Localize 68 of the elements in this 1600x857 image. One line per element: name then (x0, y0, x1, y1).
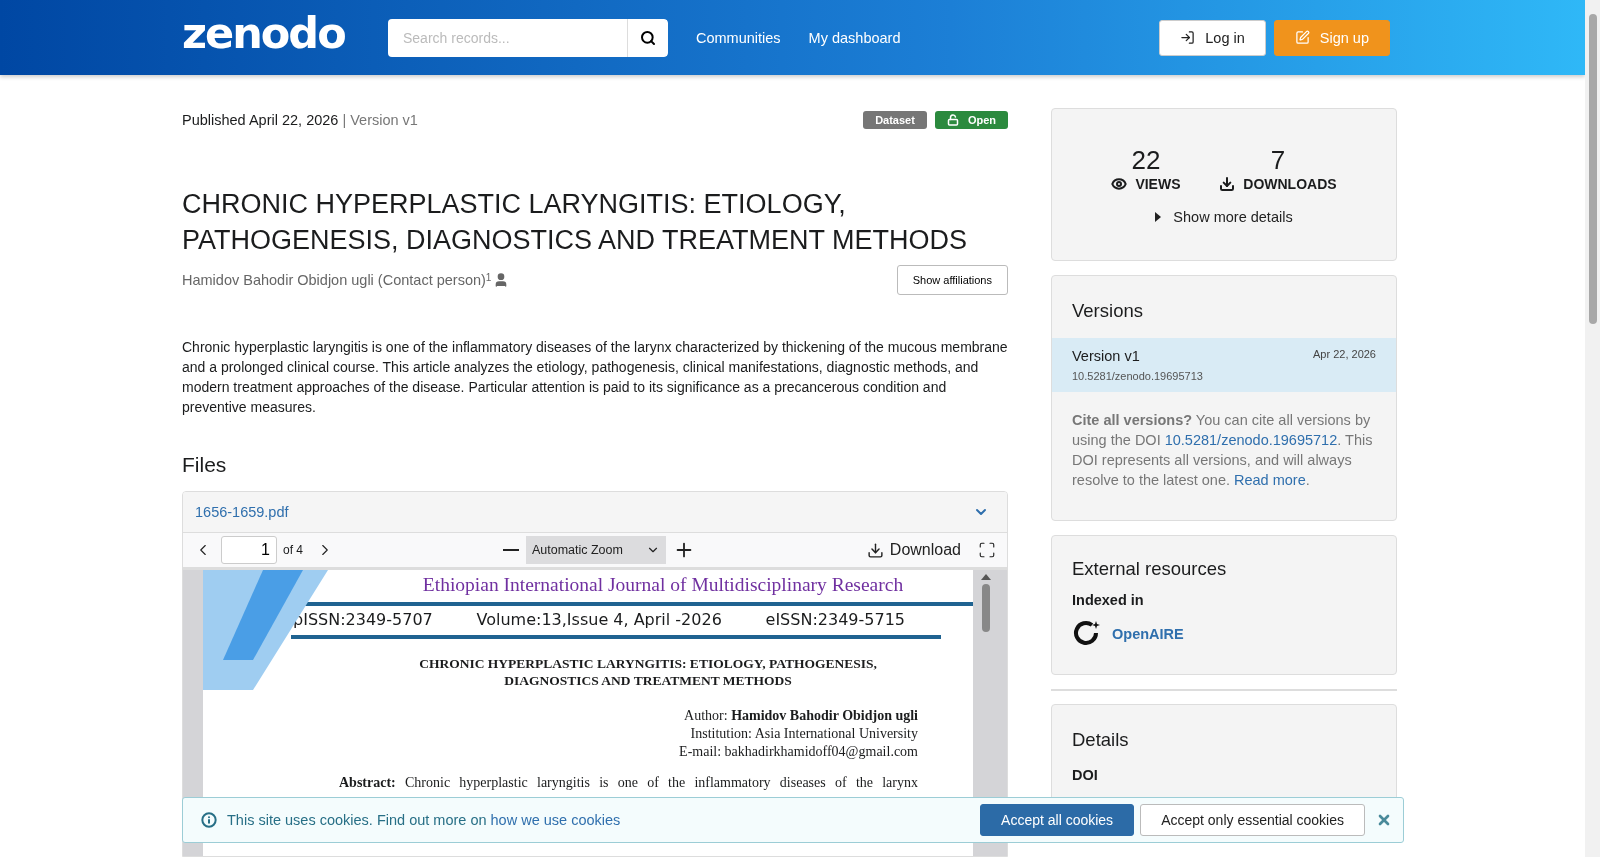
electronic-issn: eISSN:2349-5715 (765, 610, 905, 629)
details-heading: Details (1072, 729, 1130, 751)
versions-heading: Versions (1072, 300, 1144, 322)
author-name[interactable]: Hamidov Bahodir Obidjon ugli (Contact person) (182, 272, 486, 288)
files-heading: Files (182, 453, 228, 477)
version-date: Apr 22, 2026 (1313, 348, 1376, 362)
paper-meta-line: E-mail: bakhadirkhamidoff04@gmail.com (678, 743, 918, 761)
zoom-select[interactable]: Automatic Zoom (525, 536, 666, 564)
accept-essential-cookies-button[interactable]: Accept only essential cookies (1140, 804, 1365, 836)
search-icon (640, 29, 656, 46)
search-button[interactable] (627, 18, 668, 57)
show-more-details-button[interactable]: Show more details (1149, 208, 1299, 226)
edit-icon (1294, 30, 1310, 45)
paper-title-line: DIAGNOSTICS AND TREATMENT METHODS (503, 672, 793, 689)
show-affiliations-button[interactable]: Show affiliations (896, 265, 1008, 295)
stat-value: 22 (1131, 145, 1161, 176)
journal-name: Ethiopian International Journal of Multidisciplinary Research (421, 574, 905, 596)
eye-icon (1111, 176, 1128, 192)
version-label: Version v1 (1072, 348, 1141, 364)
version-item[interactable]: Version v1 Apr 22, 2026 10.5281/zenodo.19695713 (1052, 338, 1396, 392)
logo[interactable]: zenodo (182, 12, 385, 55)
nav-link[interactable]: My dashboard (808, 29, 901, 46)
accept-all-cookies-button[interactable]: Accept all cookies (980, 804, 1135, 836)
details-field-label: DOI (1072, 767, 1099, 783)
download-icon (1219, 176, 1236, 192)
cookie-policy-link[interactable]: how we use cookies (490, 812, 621, 828)
page-scrollbar-thumb[interactable] (1588, 14, 1597, 324)
close-icon (1376, 812, 1392, 828)
abstract-line: Abstract: Chronic hyperplastic laryngitis is one of the inflammatory diseases of the larynx (339, 775, 918, 791)
scrollbar-thumb[interactable] (982, 584, 990, 632)
volume-issue: Volume:13,Issue 4, April -2026 (476, 610, 722, 629)
description: Chronic hyperplastic laryngitis is one of the inflammatory diseases of the larynx characterized by thickening of the mucous membrane and a prolonged clinical course. This article analyzes the etiology, pathogenesis, clinical manifestations, diagnostic methods, and modern treatment approaches of the disease. Particular attention is paid to its significance as a precancerous condition and preventive measures. (182, 338, 1008, 417)
minus-icon (502, 549, 519, 551)
stat-value: 7 (1270, 145, 1286, 176)
search-field[interactable]: Search records... (388, 18, 627, 57)
nav-link[interactable]: Communities (696, 29, 781, 46)
access-badge: Open (934, 111, 1008, 129)
file-link[interactable]: 1656-1659.pdf (195, 504, 289, 520)
cookie-notice-text: This site uses cookies. Find out more on how we use cookies (227, 812, 622, 828)
unlock-icon (946, 114, 959, 126)
page-number-field[interactable]: 1 (221, 536, 277, 564)
caret-right-icon (1155, 212, 1162, 222)
paper-title-line: CHRONIC HYPERPLASTIC LARYNGITIS: ETIOLOGY, PATHOGENESIS, (418, 655, 878, 672)
resource-type-badge: Dataset (863, 111, 927, 129)
affiliation-mark: 1 (485, 272, 492, 283)
record-title: CHRONIC HYPERPLASTIC LARYNGITIS: ETIOLOGY, PATHOGENESIS, DIAGNOSTICS AND TREATMENT METHODS (182, 188, 969, 257)
download-icon (866, 541, 884, 559)
indexed-in-label: Indexed in (1072, 592, 1145, 608)
external-resources-heading: External resources (1072, 558, 1228, 580)
download-button[interactable]: Download (860, 540, 967, 560)
print-issn: pISSN:2349-5707 (293, 610, 433, 629)
openaire-link[interactable]: OpenAIRE (1112, 626, 1184, 642)
cite-all-versions-text: Cite all versions? You can cite all versions by using the DOI 10.5281/zenodo.19695712. This DOI represents all versions, and will always resolve to the latest one. Read more. (1071, 411, 1374, 490)
version-label: | Version v1 (342, 112, 418, 128)
info-icon (201, 812, 217, 828)
ring-logo-icon (1072, 620, 1100, 648)
login-icon (1180, 30, 1196, 45)
paper-meta-line: Author: Hamidov Bahodir Obidjon ugli (683, 707, 918, 725)
fullscreen-icon (978, 541, 996, 559)
paper-meta-line: Institution: Asia International University (689, 725, 918, 743)
scroll-up-icon[interactable] (981, 574, 991, 580)
read-more-link[interactable]: Read more (1234, 472, 1306, 488)
publication-date: Published April 22, 2026 (182, 112, 339, 128)
page-count: of 4 (283, 543, 303, 557)
version-doi: 10.5281/zenodo.19695713 (1072, 370, 1204, 382)
stat-label: VIEWS (1135, 176, 1181, 192)
login-button[interactable]: Log in (1159, 19, 1266, 56)
stat-label: DOWNLOADS (1243, 176, 1337, 192)
